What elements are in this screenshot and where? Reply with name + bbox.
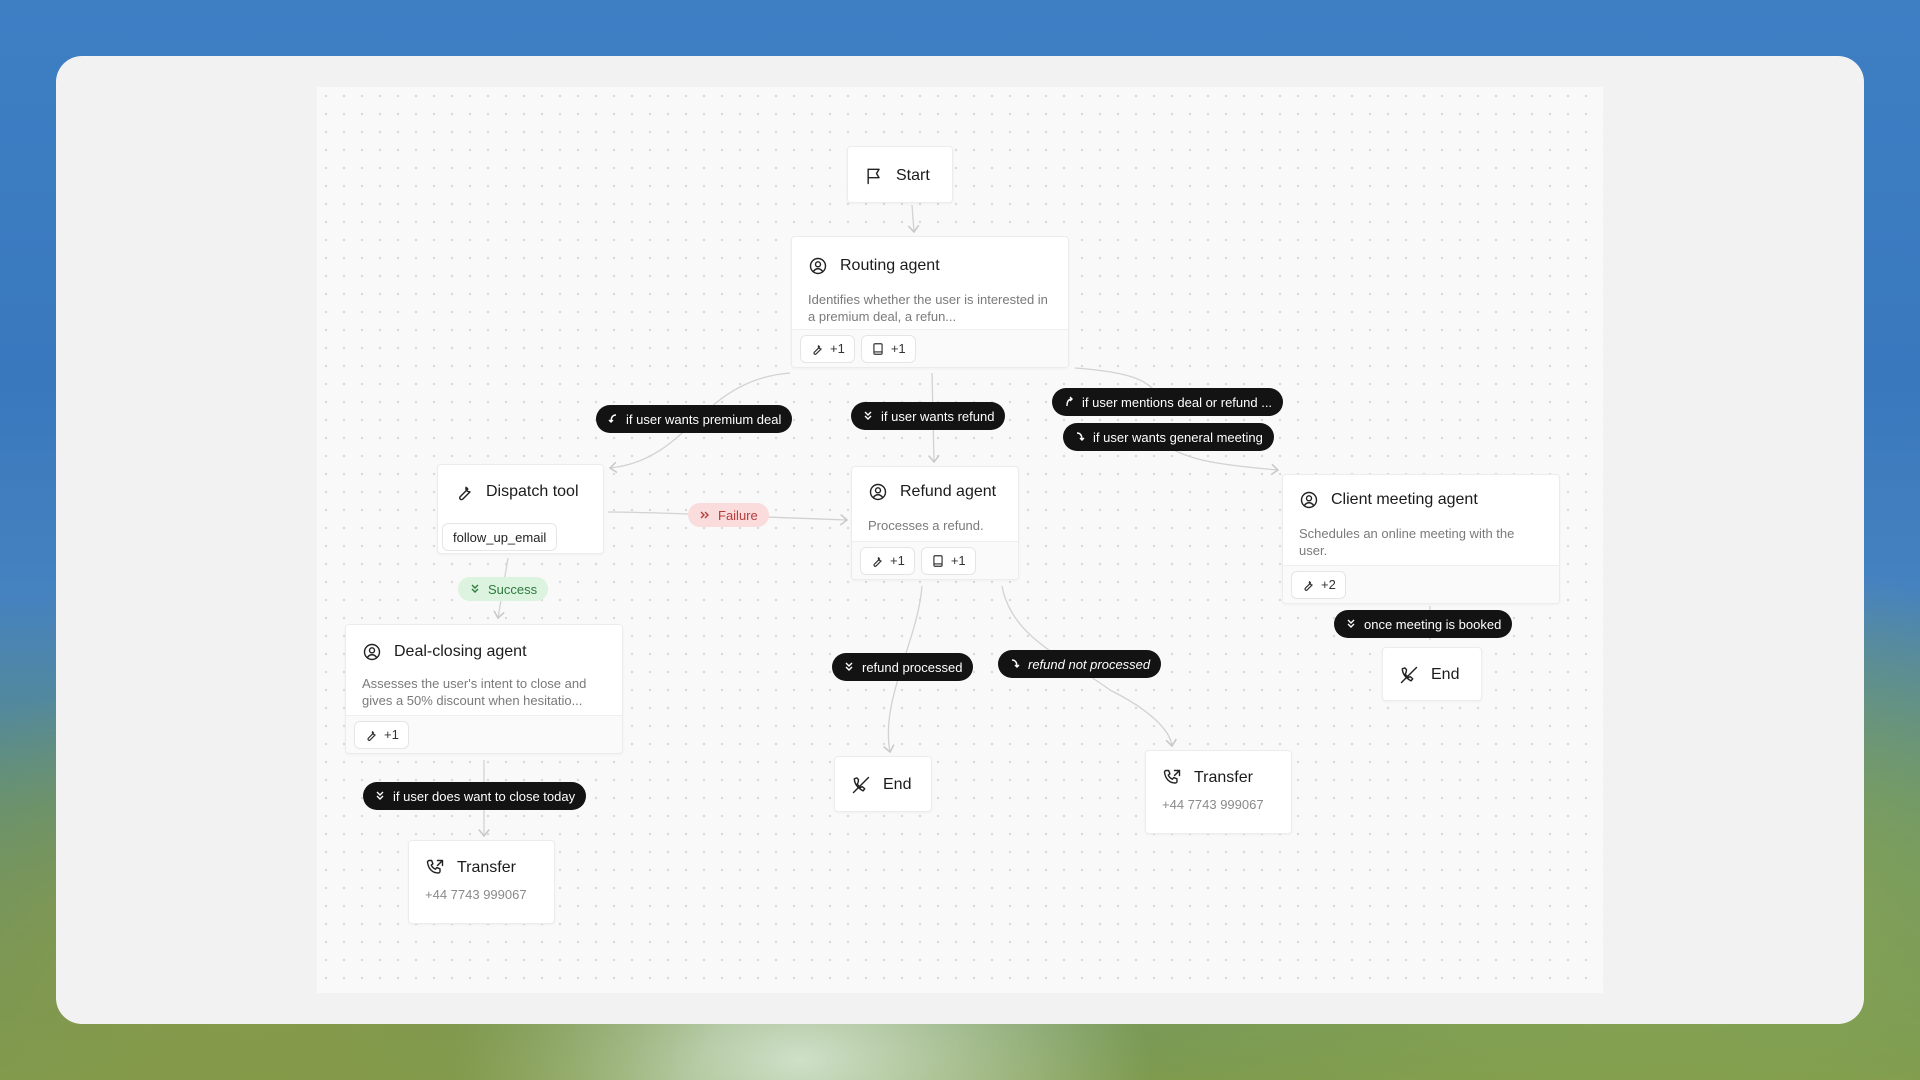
user-circle-icon <box>809 257 827 275</box>
knowledge-count-chip[interactable]: +1 <box>860 334 916 363</box>
transfer-node-refund[interactable]: Transfer +44 7743 999067 <box>1145 750 1292 834</box>
start-node[interactable]: Start <box>847 146 953 203</box>
edge-label-close-today[interactable]: if user does want to close today <box>363 782 587 810</box>
edge-label-text: if user does want to close today <box>393 788 576 804</box>
tool-tag-follow-up-email[interactable]: follow_up_email <box>442 523 558 551</box>
curve-arrow-icon <box>1076 432 1085 441</box>
edge-label-premium-deal[interactable]: if user wants premium deal <box>596 405 793 433</box>
client-meeting-agent-title: Client meeting agent <box>1331 491 1478 508</box>
end-label: End <box>883 776 912 793</box>
curve-arrow-icon <box>1011 659 1020 668</box>
flag-icon <box>867 168 880 184</box>
dispatch-tool-title: Dispatch tool <box>486 483 579 500</box>
edge-label-text: once meeting is booked <box>1364 616 1502 632</box>
deal-closing-agent-description: Assesses the user's intent to close and … <box>362 676 587 708</box>
edge-label-text: if user wants premium deal <box>626 411 782 427</box>
edge-label-wants-refund[interactable]: if user wants refund <box>851 402 1006 430</box>
edge-label-failure[interactable]: Failure <box>688 503 769 527</box>
tools-count: +2 <box>1321 577 1336 592</box>
edge-label-text: if user wants refund <box>881 408 995 424</box>
routing-agent-title: Routing agent <box>840 257 940 274</box>
tools-count: +1 <box>384 727 399 742</box>
refund-agent-description: Processes a refund. <box>868 518 984 533</box>
edge-label-general-meeting[interactable]: if user wants general meeting <box>1063 423 1274 451</box>
tools-count-chip[interactable]: +2 <box>1291 570 1346 599</box>
refund-agent-title: Refund agent <box>900 483 997 500</box>
curve-arrow-icon <box>608 414 617 423</box>
transfer-title: Transfer <box>457 859 516 876</box>
refund-agent-footer: +1 +1 <box>852 541 1018 579</box>
edge-label-text: if user mentions deal or refund ... <box>1082 394 1273 410</box>
transfer-phone-number: +44 7743 999067 <box>1162 797 1264 812</box>
refund-agent-node[interactable]: Refund agent Processes a refund. +1 +1 <box>851 466 1019 580</box>
phone-off-icon <box>1400 666 1418 684</box>
transfer-node-deal[interactable]: Transfer +44 7743 999067 <box>408 840 555 924</box>
edge-label-success[interactable]: Success <box>458 577 549 601</box>
edge-label-text: Success <box>488 581 538 597</box>
deal-closing-agent-footer: +1 <box>346 715 622 753</box>
phone-forward-icon <box>426 859 444 874</box>
chevrons-down-icon <box>471 584 479 593</box>
edge-label-refund-not-processed[interactable]: refund not processed <box>998 650 1162 678</box>
wrench-icon <box>813 344 822 355</box>
edge-label-text: Failure <box>718 507 758 523</box>
deal-closing-agent-node[interactable]: Deal-closing agent Assesses the user's i… <box>345 624 623 754</box>
chevrons-down-icon <box>845 662 853 671</box>
routing-agent-description: Identifies whether the user is intereste… <box>808 292 1048 324</box>
user-circle-icon <box>363 643 381 661</box>
knowledge-count: +1 <box>890 341 906 356</box>
tools-count: +1 <box>830 341 845 356</box>
curve-arrow-icon <box>1066 396 1073 407</box>
edge-label-text: refund processed <box>862 659 963 675</box>
edge-label-refund-processed[interactable]: refund processed <box>832 653 974 681</box>
edge-label-meeting-booked[interactable]: once meeting is booked <box>1334 610 1513 638</box>
transfer-phone-number: +44 7743 999067 <box>425 887 527 902</box>
routing-agent-node[interactable]: Routing agent Identifies whether the use… <box>791 236 1069 368</box>
phone-off-icon <box>852 776 870 794</box>
client-meeting-agent-description: Schedules an online meeting with the use… <box>1299 526 1515 558</box>
wrench-icon <box>873 556 882 567</box>
tools-count-chip[interactable]: +1 <box>800 334 855 363</box>
transfer-title: Transfer <box>1194 769 1253 786</box>
wrench-icon <box>367 730 376 741</box>
book-icon <box>873 342 883 355</box>
wrench-icon <box>1304 580 1313 591</box>
chevrons-down-icon <box>1347 619 1355 628</box>
user-circle-icon <box>1300 491 1318 509</box>
phone-forward-icon <box>1163 769 1181 784</box>
start-label: Start <box>896 166 930 184</box>
deal-closing-agent-title: Deal-closing agent <box>394 643 527 660</box>
client-meeting-agent-node[interactable]: Client meeting agent Schedules an online… <box>1282 474 1560 604</box>
chevrons-down-icon <box>376 791 384 800</box>
edge-label-mentions-deal-or-refund[interactable]: if user mentions deal or refund ... <box>1052 388 1284 416</box>
client-meeting-agent-footer: +2 <box>1283 565 1559 603</box>
user-circle-icon <box>869 483 887 501</box>
end-node-refund[interactable]: End <box>834 756 932 812</box>
end-label: End <box>1431 666 1460 683</box>
end-node-meeting[interactable]: End <box>1382 647 1482 701</box>
chevrons-right-icon <box>700 511 709 519</box>
edge-label-text: refund not processed <box>1028 656 1151 672</box>
knowledge-count: +1 <box>950 553 966 568</box>
routing-agent-footer: +1 +1 <box>792 329 1068 367</box>
tool-tag-label: follow_up_email <box>453 529 547 545</box>
edge-label-text: if user wants general meeting <box>1093 429 1263 445</box>
chevrons-down-icon <box>864 411 872 420</box>
knowledge-count-chip[interactable]: +1 <box>920 546 976 575</box>
tools-count-chip[interactable]: +1 <box>860 546 915 575</box>
tools-count: +1 <box>890 553 905 568</box>
wrench-icon <box>459 486 471 501</box>
tools-count-chip[interactable]: +1 <box>354 720 409 749</box>
book-icon <box>933 554 943 567</box>
